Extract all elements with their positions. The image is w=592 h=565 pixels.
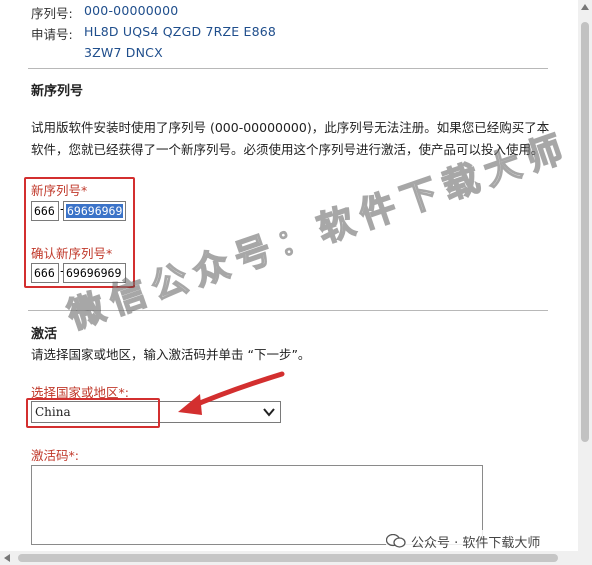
horizontal-scrollbar[interactable] [0,551,592,565]
activation-form-page: 序列号: 000-00000000 申请号: HL8D UQS4 QZGD 7R… [0,0,578,551]
wechat-icon [386,534,406,548]
scroll-up-icon[interactable] [581,4,589,10]
request-code-label: 申请号: [31,27,73,42]
serial-number-value: 000-00000000 [84,3,179,18]
corner-watermark: 公众号 · 软件下载大师 [386,530,547,551]
request-code-line2: 3ZW7 DNCX [84,45,163,60]
new-serial-description: 试用版软件安装时使用了序列号 (000-00000000)，此序列号无法注册。如… [31,120,550,157]
horizontal-scroll-thumb[interactable] [18,554,558,562]
request-code-line1: HL8D UQS4 QZGD 7RZE E868 [84,24,277,39]
vertical-scrollbar[interactable] [578,0,592,551]
pointer-arrow-icon [178,371,285,415]
serial-number-label: 序列号: [31,6,73,21]
country-highlight-frame [26,398,160,428]
new-serial-title: 新序列号 [31,84,84,99]
serial-highlight-frame [24,177,135,288]
section-divider [28,68,548,69]
corner-watermark-text: 公众号 · 软件下载大师 [411,535,541,551]
section-divider [28,310,548,311]
activation-title: 激活 [31,327,58,342]
vertical-scroll-thumb[interactable] [581,22,589,442]
activation-code-label: 激活码*: [31,448,79,463]
scroll-left-icon[interactable] [4,554,10,562]
